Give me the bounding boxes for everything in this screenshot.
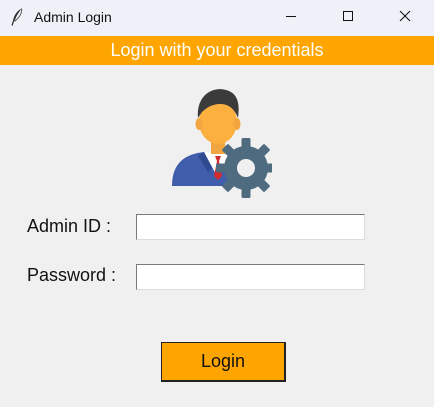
minimize-icon	[285, 9, 297, 27]
password-label: Password :	[27, 265, 117, 285]
header-banner: Login with your credentials	[0, 36, 434, 65]
window-title: Admin Login	[34, 9, 112, 25]
maximize-icon	[342, 9, 354, 27]
admin-id-input[interactable]	[136, 214, 365, 240]
admin-login-window: Admin Login Login with your credentials	[0, 0, 434, 407]
password-input[interactable]	[136, 264, 365, 290]
close-icon	[399, 9, 411, 27]
close-button[interactable]	[376, 0, 434, 36]
admin-settings-icon	[168, 82, 276, 198]
minimize-button[interactable]	[262, 0, 320, 36]
login-button[interactable]: Login	[161, 342, 286, 382]
maximize-button[interactable]	[319, 0, 377, 36]
admin-id-label: Admin ID :	[27, 216, 112, 236]
title-bar[interactable]: Admin Login	[0, 0, 434, 36]
feather-icon	[8, 7, 26, 27]
